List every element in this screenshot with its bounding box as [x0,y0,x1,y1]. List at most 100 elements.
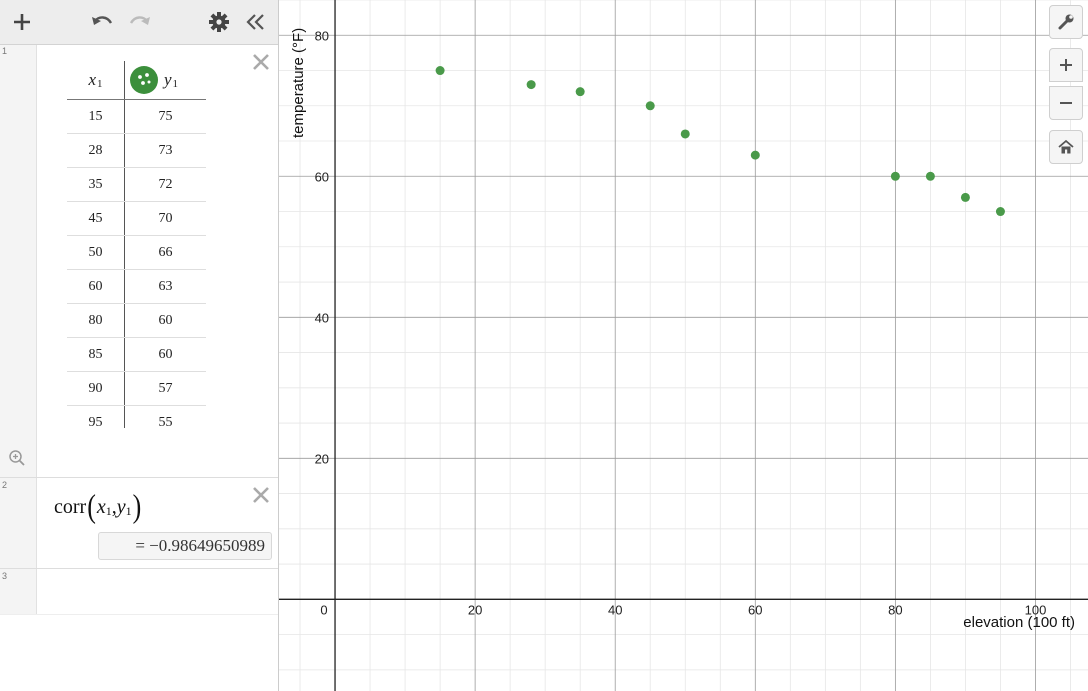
table-row: 15 75 [67,100,206,134]
y-tick-label: 60 [315,169,329,184]
data-point[interactable] [750,150,760,160]
data-table: x1 y1 15 75 28 73 35 72 45 70 50 66 60 63 80 60 85 60 90… [67,61,206,439]
expression-panel: 1 2 3 x1 y1 15 75 28 73 35 72 45 70 50 66 60 63 80 60… [0,0,279,691]
minor-grid [279,0,1088,691]
table-cell-y[interactable]: 66 [125,236,206,269]
table-cell-x[interactable]: 60 [67,270,124,303]
table-row: 28 73 [67,134,206,168]
table-cell-y[interactable]: 70 [125,202,206,235]
major-grid [279,0,1088,691]
axes [279,0,1088,691]
delete-expression-button[interactable] [250,484,272,506]
expression-number: 1 [2,46,8,56]
column-sub: 1 [172,78,179,90]
expression-divider [0,477,278,478]
x-tick-label: 60 [748,602,762,617]
table-cell-y[interactable]: 60 [125,338,206,371]
home-icon [1058,139,1074,154]
data-point[interactable] [925,171,935,181]
table-cell-y[interactable]: 73 [125,134,206,167]
redo-icon [129,16,150,25]
data-point[interactable] [890,171,900,181]
data-point[interactable] [435,66,445,76]
data-point[interactable] [526,80,536,90]
table-cell-y[interactable]: 75 [125,100,206,133]
table-cell-x[interactable]: 90 [67,372,124,405]
y-axis-label: temperature (°F) [290,28,307,138]
data-point[interactable] [680,129,690,139]
formula-arg: y [116,495,126,518]
function-name: corr [54,495,87,518]
delete-expression-button[interactable] [250,51,272,73]
x-tick-label: 40 [608,602,622,617]
expression-divider [0,568,278,569]
table-cell-x[interactable]: 85 [67,338,124,371]
table-cell-x[interactable]: 35 [67,168,124,201]
zoom-out-icon [1060,102,1072,104]
plus-icon [14,14,30,30]
y-tick-label: 40 [315,310,329,325]
column-var: y [163,70,172,89]
y-tick-label: 20 [315,451,329,466]
x-tick-label: 0 [320,602,327,617]
expression-gutter [0,45,37,614]
formula-arg: x [96,495,106,518]
expression-number: 2 [2,480,8,490]
evaluation-result: = −0.98649650989 [98,532,272,560]
data-point[interactable] [995,207,1005,217]
zoom-in-button[interactable] [1049,48,1083,82]
formula-sub: 1 [125,503,132,518]
graph-settings-button[interactable] [1049,5,1083,39]
table-row: 60 63 [67,270,206,304]
correlation-formula[interactable]: corr ( x1,y1 ) [54,488,142,524]
column-header-x1[interactable]: x1 [67,61,124,99]
table-cell-x[interactable]: 50 [67,236,124,269]
table-cell-x[interactable]: 80 [67,304,124,337]
expression-number: 3 [2,571,8,581]
settings-button[interactable] [205,8,233,36]
table-header: x1 y1 [67,61,206,100]
open-paren: ( [87,488,96,525]
zoom-out-button[interactable] [1049,86,1083,120]
gear-icon [209,12,229,32]
collapse-panel-button[interactable] [242,8,270,36]
table-row: 45 70 [67,202,206,236]
graph-paper[interactable]: 0 20 40 60 80 10020406080 elevation (100 ft) … [279,0,1088,691]
zoom-fit-button[interactable] [8,449,26,467]
double-chevron-left-icon [246,14,264,30]
x-tick-label: 80 [888,602,902,617]
point-style-icon [138,73,151,85]
series-color-icon[interactable] [130,66,158,94]
table-cell-y[interactable]: 57 [125,372,206,405]
x-tick-label: 20 [468,602,482,617]
zoom-in-icon [1060,59,1072,71]
table-row: 80 60 [67,304,206,338]
close-icon [253,54,269,70]
table-cell-x[interactable]: 15 [67,100,124,133]
column-var: x [88,70,97,89]
add-item-button[interactable] [8,8,36,36]
column-sub: 1 [97,78,103,90]
redo-button[interactable] [126,8,154,36]
table-cell-y[interactable]: 60 [125,304,206,337]
table-cell-y[interactable]: 55 [125,406,206,439]
table-row: 95 55 [67,406,206,439]
x-axis-label: elevation (100 ft) [963,614,1075,631]
expression-divider [0,614,278,615]
table-cell-x[interactable]: 28 [67,134,124,167]
y-tick-label: 80 [315,28,329,43]
data-point[interactable] [575,87,585,97]
data-point[interactable] [960,192,970,202]
table-cell-y[interactable]: 63 [125,270,206,303]
close-paren: ) [132,488,142,525]
column-header-y1[interactable]: y1 [163,61,179,99]
table-cell-x[interactable]: 45 [67,202,124,235]
expression-toolbar [0,0,278,45]
table-cell-y[interactable]: 72 [125,168,206,201]
data-point[interactable] [645,101,655,111]
close-icon [253,487,269,503]
default-viewport-button[interactable] [1049,130,1083,164]
undo-button[interactable] [88,8,116,36]
table-cell-x[interactable]: 95 [67,406,124,439]
table-row: 90 57 [67,372,206,406]
